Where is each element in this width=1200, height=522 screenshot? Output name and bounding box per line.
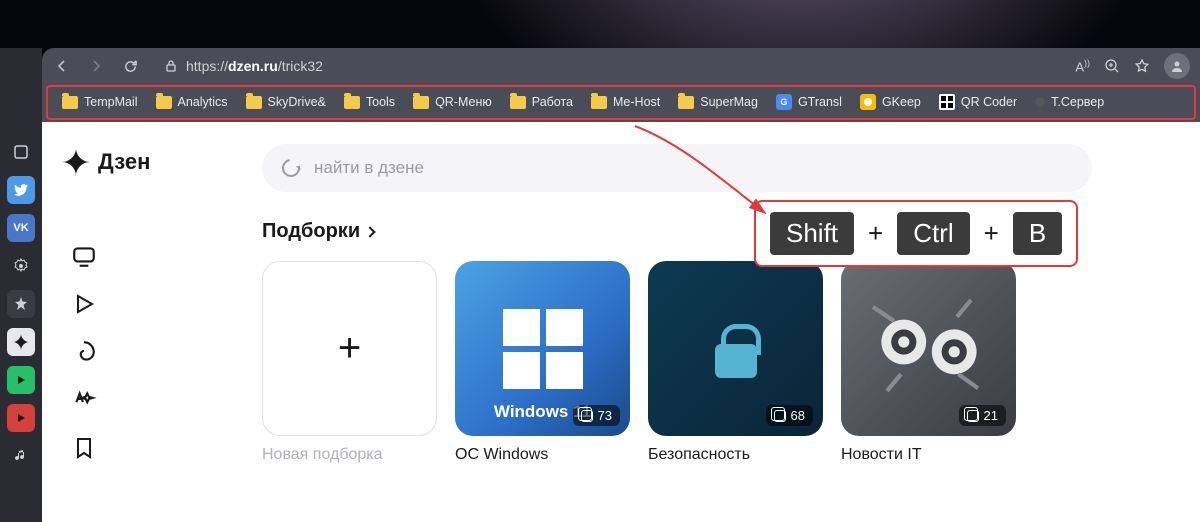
bookmark-mehost[interactable]: Me-Host [583,91,668,113]
plus-sep: + [984,218,999,249]
page-content: Дзен найти в дзене Подборки + Новая подб… [42,122,1200,522]
padlock-icon [711,324,761,374]
bookmark-gtransl[interactable]: GGTransl [768,90,850,114]
folder-icon [246,96,262,109]
gkeep-icon [860,94,876,110]
bookmark-qrmenu[interactable]: QR-Меню [405,91,500,113]
key-shift: Shift [770,212,854,255]
stack-icon [581,410,593,422]
card-title: Новая подборка [262,446,437,464]
plus-icon: + [338,326,361,371]
text-size-icon[interactable]: A)) [1075,58,1090,74]
key-b: B [1013,212,1062,255]
reload-button[interactable] [120,56,140,76]
folder-icon [62,96,78,109]
bookmark-analytics[interactable]: Analytics [148,91,236,113]
favorite-icon[interactable] [1134,58,1150,74]
app-dock: VK [0,48,42,522]
forward-button[interactable] [86,56,106,76]
lock-icon [164,59,178,73]
plus-sep: + [868,218,883,249]
dock-twitter-icon[interactable] [7,176,35,204]
search-refresh-icon [278,155,303,180]
card-count-badge: 73 [573,405,620,426]
stack-icon [967,410,979,422]
profile-avatar[interactable] [1164,53,1190,79]
folder-icon [344,96,360,109]
dock-settings-icon[interactable] [7,252,35,280]
dock-star-icon[interactable] [7,290,35,318]
card-count-badge: 68 [766,405,813,426]
address-bar[interactable]: https://dzen.ru/trick32 [154,52,1061,80]
folder-icon [413,96,429,109]
card-count-badge: 21 [959,405,1006,426]
stack-icon [774,410,786,422]
cards-row: + Новая подборка Windows 11 73 OC Window… [262,261,1170,464]
dock-play-green-icon[interactable] [7,366,35,394]
card-add[interactable]: + Новая подборка [262,261,437,464]
bookmark-tempmail[interactable]: TempMail [54,91,146,113]
gtranslate-icon: G [776,94,792,110]
folder-icon [591,96,607,109]
dock-play-red-icon[interactable] [7,404,35,432]
folder-icon [678,96,694,109]
folder-icon [156,96,172,109]
card-title: Новости IT [841,446,1016,464]
qr-icon [939,94,955,110]
bookmarks-bar: TempMail Analytics SkyDrive& Tools QR-Ме… [46,85,1196,120]
bookmark-rabota[interactable]: Работа [502,91,581,113]
bookmark-supermag[interactable]: SuperMag [670,91,766,113]
card-news[interactable]: 21 Новости IT [841,261,1016,464]
chevron-right-icon [364,226,375,237]
dot-icon [1035,97,1045,107]
search-box[interactable]: найти в дзене [262,144,1092,192]
section-title-text: Подборки [262,220,360,243]
bookmark-skydrive[interactable]: SkyDrive& [238,91,334,113]
key-ctrl: Ctrl [897,212,969,255]
dock-square-icon[interactable] [7,138,35,166]
shortcut-callout: Shift + Ctrl + B [754,200,1078,267]
card-windows[interactable]: Windows 11 73 OC Windows [455,261,630,464]
robot-eyes-icon [859,279,999,419]
bookmark-tserver[interactable]: Т.Сервер [1027,91,1112,113]
bookmark-gkeep[interactable]: GKeep [852,90,929,114]
back-button[interactable] [52,56,72,76]
bookmark-tools[interactable]: Tools [336,91,403,113]
dock-vk-icon[interactable]: VK [7,214,35,242]
browser-chrome: https://dzen.ru/trick32 A)) TempMail Ana… [42,48,1200,122]
folder-icon [510,96,526,109]
url-text: https://dzen.ru/trick32 [186,58,323,74]
card-title: Безопасность [648,446,823,464]
windows-logo-icon [503,309,583,389]
bookmark-qrcoder[interactable]: QR Coder [931,90,1025,114]
zoom-icon[interactable] [1104,58,1120,74]
dock-music-icon[interactable] [7,442,35,470]
search-placeholder: найти в дзене [314,158,424,178]
card-title: OC Windows [455,446,630,464]
card-security[interactable]: 68 Безопасность [648,261,823,464]
dock-dzen-icon[interactable] [7,328,35,356]
